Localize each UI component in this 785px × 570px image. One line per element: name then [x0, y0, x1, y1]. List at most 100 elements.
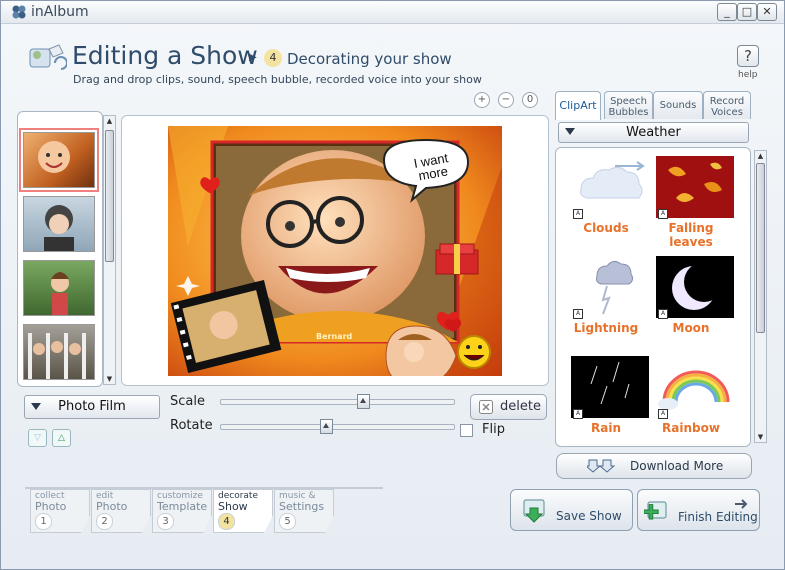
clip-preview-mark-icon: A [658, 209, 668, 219]
edit-show-icon [29, 44, 67, 70]
zoom-reset-button[interactable]: 0 [522, 92, 538, 108]
clipart-scrollbar[interactable]: ▲ ▼ [754, 150, 767, 443]
minimize-button[interactable]: _ [717, 3, 737, 21]
slide-stage[interactable]: I want more Bernard [168, 126, 502, 376]
step-label-main: Photo [35, 500, 67, 513]
step-edit-photo[interactable]: edit Photo 2 [91, 489, 151, 533]
clip-item-rainbow[interactable]: A Rainbow [645, 352, 737, 446]
clip-preview-mark-icon: A [573, 309, 583, 319]
page-title: Editing a Show [72, 41, 258, 70]
close-button[interactable]: ✕ [757, 3, 777, 21]
step-number: 3 [157, 513, 174, 530]
step-title: Decorating your show [287, 50, 452, 68]
scroll-up-icon[interactable]: ▲ [104, 116, 115, 126]
window-title: inAlbum [31, 4, 89, 20]
inalbum-logo-icon [12, 5, 26, 19]
scale-slider-handle[interactable] [357, 394, 370, 409]
film-thumbnail[interactable] [23, 324, 95, 380]
step-customize-template[interactable]: customize Template 3 [152, 489, 212, 533]
delete-button[interactable]: delete [470, 394, 547, 420]
film-strip-scrollbar[interactable]: ▲ ▼ [103, 115, 116, 385]
delete-label: delete [500, 399, 541, 414]
breadcrumb-arrow-icon: ▶ [249, 52, 257, 63]
step-number: 2 [96, 513, 113, 530]
step-number: 5 [279, 513, 296, 530]
film-thumbnail[interactable] [19, 128, 99, 192]
download-arrows-icon [587, 459, 615, 473]
show-canvas[interactable]: I want more Bernard [121, 115, 549, 386]
clip-item-falling-leaves[interactable]: A Falling leaves [645, 152, 737, 252]
app-window: inAlbum _ □ ✕ Editing a Show ▶ 4 Decorat… [0, 0, 785, 570]
photo-film-dropdown[interactable]: Photo Film [24, 395, 160, 419]
help-button[interactable]: ? [737, 45, 759, 67]
step-number: 4 [218, 513, 235, 530]
photo-film-strip [17, 111, 103, 387]
zoom-out-button[interactable]: − [498, 92, 514, 108]
photo-caption: Bernard [316, 332, 353, 341]
help-label: help [738, 70, 758, 80]
flip-label: Flip [482, 422, 505, 437]
finish-editing-button[interactable]: Finish Editing [637, 489, 760, 531]
clip-preview-mark-icon: A [658, 309, 668, 319]
zoom-in-button[interactable]: + [474, 92, 490, 108]
rotate-slider[interactable] [220, 419, 455, 434]
clip-preview-mark-icon: A [573, 209, 583, 219]
current-step-badge: 4 [264, 49, 282, 67]
scroll-down-icon[interactable]: ▼ [755, 432, 766, 442]
clip-label: Falling leaves [668, 221, 714, 249]
tab-record-voices[interactable]: Record Voices [703, 91, 751, 119]
clip-item-clouds[interactable]: A Clouds [560, 152, 652, 252]
clip-label: Lightning [573, 321, 639, 335]
scale-label: Scale [170, 394, 205, 409]
clip-item-lightning[interactable]: A Lightning [560, 252, 652, 352]
step-number: 1 [35, 513, 52, 530]
clip-preview-mark-icon: A [658, 409, 668, 419]
clip-label: Moon [672, 321, 710, 335]
step-label-main: Photo [96, 500, 128, 513]
clip-label: Rainbow [662, 421, 720, 435]
title-bar: inAlbum _ □ ✕ [1, 1, 784, 24]
step-collect-photo[interactable]: collect Photo 1 [30, 489, 90, 533]
step-label-main: Show [218, 500, 248, 513]
rotate-label: Rotate [170, 418, 213, 433]
film-thumbnail[interactable] [23, 260, 95, 316]
download-more-button[interactable]: Download More [556, 453, 752, 479]
thumbnail-image [51, 272, 69, 315]
thumbnail-image [38, 141, 70, 173]
move-down-button[interactable]: ▽ [28, 429, 47, 447]
clip-preview-mark-icon: A [573, 409, 583, 419]
step-music-settings[interactable]: music & Settings 5 [274, 489, 334, 533]
scale-slider[interactable] [220, 394, 455, 409]
maximize-button[interactable]: □ [737, 3, 757, 21]
tab-speech-bubbles[interactable]: Speech Bubbles [604, 91, 653, 119]
film-thumbnail[interactable] [23, 196, 95, 252]
flip-checkbox[interactable] [460, 424, 473, 437]
scroll-thumb[interactable] [105, 130, 114, 262]
tab-sounds[interactable]: Sounds [653, 91, 703, 119]
clip-item-moon[interactable]: A Moon [645, 252, 737, 352]
scroll-thumb[interactable] [756, 163, 765, 333]
move-up-button[interactable]: △ [52, 429, 71, 447]
save-icon [523, 499, 545, 523]
photo-film-dropdown-value: Photo Film [58, 399, 126, 414]
delete-icon [479, 400, 493, 414]
arrow-right-icon [735, 499, 748, 509]
clipart-grid: A Clouds A Falling leaves A Lightning A … [555, 147, 751, 447]
clip-label: Rain [591, 421, 621, 435]
clip-item-rain[interactable]: A Rain [560, 352, 652, 446]
download-more-label: Download More [630, 459, 724, 473]
scroll-down-icon[interactable]: ▼ [104, 374, 115, 384]
thumbnail-image [28, 333, 86, 379]
save-show-button[interactable]: Save Show [510, 489, 633, 531]
step-label-main: Settings [279, 500, 325, 513]
finish-icon [644, 501, 667, 520]
step-decorate-show[interactable]: decorate Show 4 [213, 489, 273, 533]
thumbnail-image [44, 205, 74, 251]
rotate-slider-handle[interactable] [320, 419, 333, 434]
scroll-up-icon[interactable]: ▲ [755, 151, 766, 161]
clipart-category-value: Weather [626, 125, 681, 140]
save-show-label: Save Show [556, 509, 622, 523]
clip-label: Clouds [583, 221, 629, 235]
tab-clipart[interactable]: ClipArt [555, 91, 601, 120]
clipart-category-dropdown[interactable]: Weather [558, 122, 749, 143]
